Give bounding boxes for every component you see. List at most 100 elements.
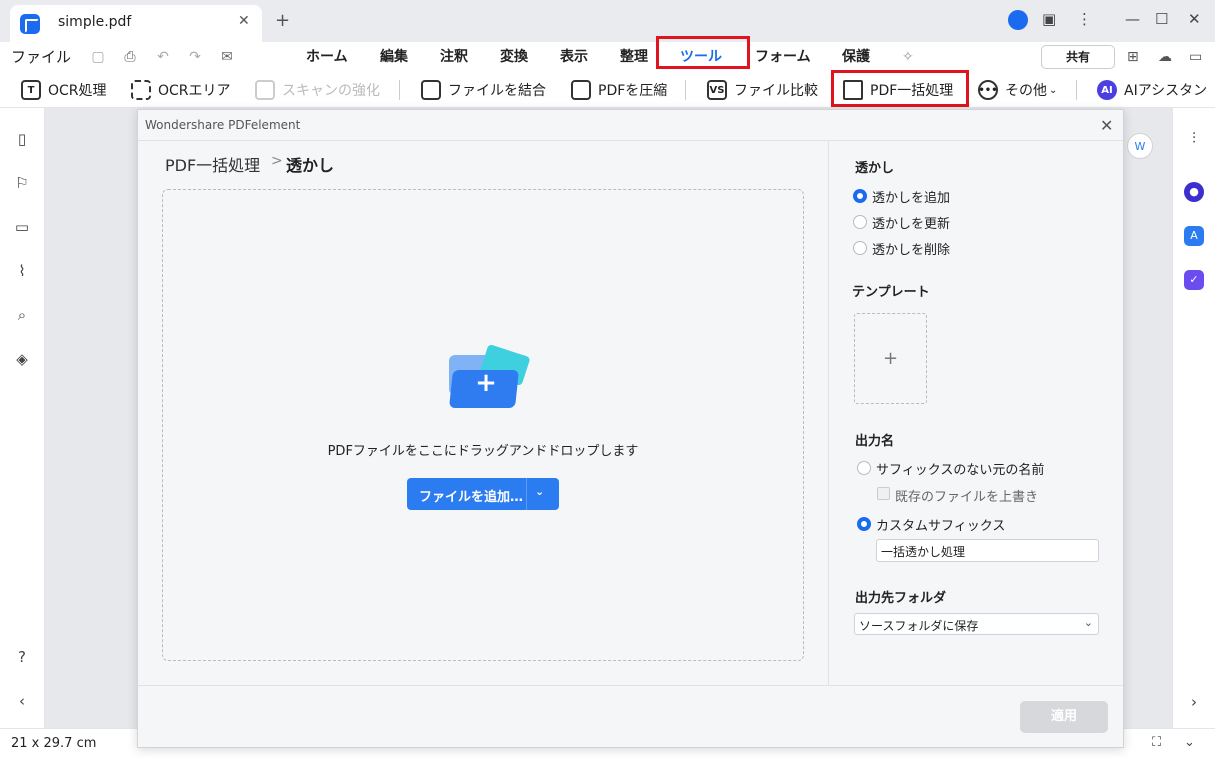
expand-panel-icon[interactable]: ▭ xyxy=(1189,49,1202,65)
new-tab-button[interactable]: + xyxy=(275,10,290,31)
word-convert-icon[interactable]: W xyxy=(1127,133,1153,159)
scanner-icon xyxy=(255,80,275,100)
org-chart-icon[interactable]: ⊞ xyxy=(1127,49,1139,65)
radio-add-watermark[interactable] xyxy=(853,189,867,203)
search-icon[interactable]: ⌕ xyxy=(13,306,31,324)
compress-pdf-button[interactable]: PDFを圧縮 xyxy=(571,79,667,101)
ocr-area-button[interactable]: OCRエリア xyxy=(131,79,231,101)
plus-icon: + xyxy=(882,348,899,369)
compare-icon: VS xyxy=(707,80,727,100)
chevron-down-icon[interactable]: ⌄ xyxy=(535,485,544,498)
output-folder-select[interactable]: ソースフォルダに保存 ⌄ xyxy=(854,613,1099,635)
redo-icon[interactable]: ↷ xyxy=(187,49,203,65)
ocr-button[interactable]: T OCR処理 xyxy=(21,79,107,101)
radio-original-name[interactable] xyxy=(857,461,871,475)
highlight-tools-tab xyxy=(656,36,750,69)
help-icon[interactable]: ? xyxy=(13,648,31,666)
tab-close-icon[interactable]: ✕ xyxy=(238,13,250,29)
attachment-icon[interactable]: ⌇ xyxy=(13,262,31,280)
comment-icon[interactable]: ▭ xyxy=(13,218,31,236)
tab-protect[interactable]: 保護 xyxy=(842,46,870,66)
breadcrumb-separator: > xyxy=(271,153,283,169)
right-sidebar: ⫶ ● A ✓ › xyxy=(1172,108,1215,728)
maximize-icon[interactable]: ☐ xyxy=(1155,10,1168,28)
file-drop-zone[interactable]: + PDFファイルをここにドラッグアンドドロップします ファイルを追加… ⌄ xyxy=(162,189,804,661)
radio-custom-suffix[interactable] xyxy=(857,517,871,531)
combine-icon xyxy=(421,80,441,100)
share-button[interactable]: 共有 xyxy=(1041,45,1115,69)
add-files-label: ファイルを追加… xyxy=(419,490,524,505)
bookmark-icon[interactable]: ⚐ xyxy=(13,174,31,192)
compare-label: ファイル比較 xyxy=(734,83,818,99)
page-thumbnail-icon[interactable]: ▯ xyxy=(13,130,31,148)
properties-icon[interactable]: ⫶ xyxy=(1184,128,1204,148)
title-bar: simple.pdf ✕ + ▣ ⋮ — ☐ ✕ xyxy=(0,0,1215,42)
page-size-readout: 21 x 29.7 cm xyxy=(11,736,97,751)
chevron-down-icon: ⌄ xyxy=(1083,616,1093,629)
scan-enhance-label: スキャンの強化 xyxy=(282,83,380,99)
tab-view[interactable]: 表示 xyxy=(560,46,588,66)
ai-assistant-button[interactable]: AI AIアシスタン xyxy=(1097,79,1207,101)
ocr-area-icon xyxy=(131,80,151,100)
output-folder-value: ソースフォルダに保存 xyxy=(859,619,979,633)
output-folder-section-title: 出力先フォルダ xyxy=(855,591,947,606)
collapse-left-icon[interactable]: ‹ xyxy=(13,692,31,710)
toolbar-divider xyxy=(685,80,686,100)
tab-edit[interactable]: 編集 xyxy=(380,46,408,66)
scroll-down-icon[interactable]: ⌄ xyxy=(1184,735,1195,750)
translate-icon[interactable]: A xyxy=(1184,226,1204,246)
radio-update-watermark[interactable] xyxy=(853,215,867,229)
compare-files-button[interactable]: VS ファイル比較 xyxy=(707,79,818,101)
more-options-icon[interactable]: ⋮ xyxy=(1077,10,1092,28)
undo-icon[interactable]: ↶ xyxy=(155,49,171,65)
cloud-upload-icon[interactable]: ☁ xyxy=(1158,49,1172,65)
menu-bar: ファイル ▢ ⎙ ↶ ↷ ✉ ホーム 編集 注釈 変換 表示 整理 ツール フォ… xyxy=(0,42,1215,72)
overwrite-checkbox[interactable] xyxy=(877,487,890,500)
ai-robot-icon[interactable]: ● xyxy=(1184,182,1204,202)
tab-title: simple.pdf xyxy=(58,14,132,30)
mail-icon[interactable]: ✉ xyxy=(219,49,235,65)
radio-remove-watermark[interactable] xyxy=(853,241,867,255)
breadcrumb-batch[interactable]: PDF一括処理 xyxy=(165,152,260,176)
scan-enhance-button[interactable]: スキャンの強化 xyxy=(255,79,380,101)
lightbulb-icon[interactable]: ✧ xyxy=(902,49,914,65)
add-files-button[interactable]: ファイルを追加… ⌄ xyxy=(407,478,559,510)
tab-home[interactable]: ホーム xyxy=(306,46,348,66)
toolbar-divider xyxy=(1076,80,1077,100)
tab-convert[interactable]: 変換 xyxy=(500,46,528,66)
more-tools-button[interactable]: ••• その他 ⌄ xyxy=(978,79,1057,101)
dialog-close-icon[interactable]: ✕ xyxy=(1100,116,1113,135)
left-sidebar: ▯ ⚐ ▭ ⌇ ⌕ ◈ ? ‹ xyxy=(0,108,45,728)
print-icon[interactable]: ⎙ xyxy=(122,49,138,65)
tab-organize[interactable]: 整理 xyxy=(620,46,648,66)
add-template-button[interactable]: + xyxy=(854,313,927,404)
template-section-title: テンプレート xyxy=(852,285,930,300)
more-dots-icon: ••• xyxy=(978,80,998,100)
chevron-down-icon: ⌄ xyxy=(1049,84,1058,96)
tab-annotate[interactable]: 注釈 xyxy=(440,46,468,66)
dialog-title: Wondershare PDFelement xyxy=(145,118,301,132)
tab-form[interactable]: フォーム xyxy=(755,46,811,66)
menu-file[interactable]: ファイル xyxy=(11,46,71,67)
overwrite-label: 既存のファイルを上書き xyxy=(895,490,1039,505)
minimize-icon[interactable]: — xyxy=(1125,10,1140,28)
apply-button[interactable]: 適用 xyxy=(1020,701,1108,733)
toolbar-divider xyxy=(399,80,400,100)
suffix-input[interactable]: 一括透かし処理 xyxy=(876,539,1099,562)
account-icon[interactable] xyxy=(1008,10,1028,30)
collapse-right-icon[interactable]: › xyxy=(1184,692,1204,712)
checklist-icon[interactable]: ✓ xyxy=(1184,270,1204,290)
add-files-divider xyxy=(526,478,527,510)
layers-icon[interactable]: ◈ xyxy=(13,350,31,368)
ocr-icon: T xyxy=(21,80,41,100)
document-tab[interactable]: simple.pdf ✕ xyxy=(10,5,262,42)
tools-toolbar: T OCR処理 OCRエリア スキャンの強化 ファイルを結合 PDFを圧縮 VS フ… xyxy=(0,72,1215,108)
fit-page-icon[interactable]: ⛶ xyxy=(1152,735,1161,750)
save-icon[interactable]: ▢ xyxy=(90,49,106,65)
close-window-icon[interactable]: ✕ xyxy=(1188,10,1201,28)
ai-icon: AI xyxy=(1097,80,1117,100)
combine-files-button[interactable]: ファイルを結合 xyxy=(421,79,546,101)
panel-divider xyxy=(828,141,829,685)
compress-label: PDFを圧縮 xyxy=(598,83,668,99)
notification-icon[interactable]: ▣ xyxy=(1042,10,1056,28)
